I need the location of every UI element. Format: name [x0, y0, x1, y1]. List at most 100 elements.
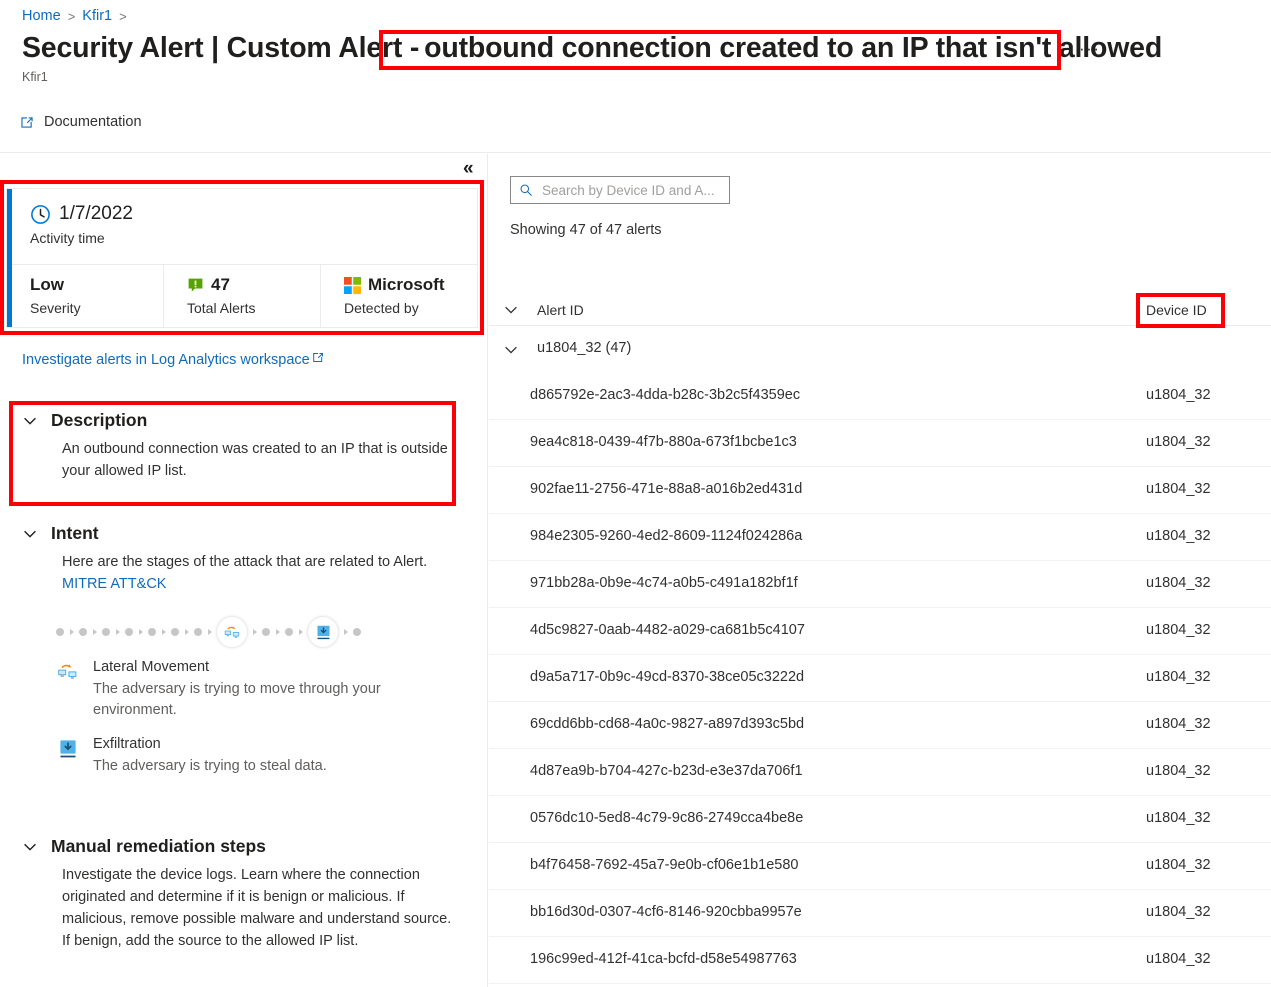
detected-by-value-row: Microsoft — [344, 275, 477, 295]
activity-time-value: 1/7/2022 — [59, 203, 133, 224]
intent-stage-text: Lateral Movement The adversary is trying… — [93, 658, 456, 721]
chevron-down-icon — [24, 843, 36, 851]
table-row[interactable]: b4f76458-7692-45a7-9e0b-cf06e1b1e580 u18… — [489, 843, 1271, 890]
intent-body: Here are the stages of the attack that a… — [62, 551, 452, 595]
alert-id-value: b4f76458-7692-45a7-9e0b-cf06e1b1e580 — [530, 857, 799, 873]
intent-stage-lateral-movement: Lateral Movement The adversary is trying… — [56, 658, 456, 721]
more-options-button[interactable]: ··· — [1079, 40, 1100, 57]
documentation-label: Documentation — [44, 114, 142, 130]
alert-id-value: d865792e-2ac3-4dda-b28c-3b2c5f4359ec — [530, 387, 801, 403]
kill-chain-arrow-icon — [92, 629, 97, 635]
collapse-panel-button[interactable]: « — [463, 159, 474, 178]
kill-chain-node-lateral-movement[interactable] — [217, 617, 247, 647]
table-row[interactable]: 196c99ed-412f-41ca-bcfd-d58e54987763 u18… — [489, 937, 1271, 984]
table-row[interactable]: 4d5c9827-0aab-4482-a029-ca681b5c4107 u18… — [489, 608, 1271, 655]
table-row[interactable]: 984e2305-9260-4ed2-8609-1124f024286a u18… — [489, 514, 1271, 561]
chevron-down-icon — [24, 530, 36, 538]
external-link-icon — [312, 353, 323, 362]
intent-stage-text: Exfiltration The adversary is trying to … — [93, 735, 327, 777]
total-alerts-label: Total Alerts — [187, 300, 256, 316]
table-row[interactable]: 902fae11-2756-471e-88a8-a016b2ed431d u18… — [489, 467, 1271, 514]
description-body: An outbound connection was created to an… — [62, 441, 448, 479]
alerts-group-label: u1804_32 (47) — [537, 340, 632, 356]
table-row[interactable]: 9ea4c818-0439-4f7b-880a-673f1bcbe1c3 u18… — [489, 420, 1271, 467]
severity-cell: Low Severity — [7, 265, 164, 327]
kill-chain-dot — [125, 628, 133, 636]
device-id-value: u1804_32 — [1146, 387, 1211, 403]
alerts-table-header: Alert ID Device ID — [489, 296, 1271, 326]
security-alert-page: Home > Kfir1 > Security Alert | Custom A… — [0, 0, 1271, 987]
column-header-alert-id[interactable]: Alert ID — [537, 302, 584, 318]
page-title: Security Alert | Custom Alert - outbound… — [22, 32, 1162, 65]
device-id-value: u1804_32 — [1146, 716, 1211, 732]
description-section-header[interactable]: Description — [22, 410, 452, 431]
kill-chain-arrow-icon — [298, 629, 303, 635]
column-header-device-id[interactable]: Device ID — [1146, 302, 1207, 318]
remediation-title: Manual remediation steps — [51, 836, 266, 856]
intent-stage-name: Exfiltration — [93, 736, 161, 752]
chevron-down-icon[interactable] — [503, 302, 519, 318]
severity-accent-bar — [7, 189, 12, 327]
alert-id-value: 69cdd6bb-cd68-4a0c-9827-a897d393c5bd — [530, 716, 805, 732]
alert-id-value: 902fae11-2756-471e-88a8-a016b2ed431d — [530, 481, 803, 497]
table-row[interactable]: d865792e-2ac3-4dda-b28c-3b2c5f4359ec u18… — [489, 373, 1271, 420]
kill-chain-arrow-icon — [138, 629, 143, 635]
table-row[interactable]: 971bb28a-0b9e-4c74-a0b5-c491a182bf1f u18… — [489, 561, 1271, 608]
kill-chain-node-exfiltration[interactable] — [308, 617, 338, 647]
detected-by-value: Microsoft — [368, 275, 445, 294]
device-id-value: u1804_32 — [1146, 669, 1211, 685]
alert-summary-card: 1/7/2022 Activity time Low Severity 47 T… — [6, 188, 478, 328]
kill-chain-arrow-icon — [115, 629, 120, 635]
page-title-highlight-wrap: outbound connection created to an IP tha… — [424, 32, 1162, 65]
investigate-alerts-label: Investigate alerts in Log Analytics work… — [22, 352, 310, 368]
documentation-button[interactable]: Documentation — [14, 110, 148, 134]
chevron-down-icon[interactable] — [503, 342, 519, 358]
kill-chain-dot — [285, 628, 293, 636]
detected-by-label: Detected by — [344, 300, 419, 316]
table-row[interactable]: 0576dc10-5ed8-4c79-9c86-2749cca4be8e u18… — [489, 796, 1271, 843]
search-box[interactable] — [510, 176, 730, 204]
investigate-alerts-link[interactable]: Investigate alerts in Log Analytics work… — [22, 351, 325, 368]
device-id-value: u1804_32 — [1146, 575, 1211, 591]
activity-time-label: Activity time — [30, 230, 105, 246]
search-icon — [520, 184, 532, 196]
kill-chain-timeline — [56, 617, 466, 647]
breadcrumb-separator-icon: > — [67, 8, 76, 24]
kill-chain-dot — [148, 628, 156, 636]
severity-value: Low — [30, 275, 64, 294]
kill-chain-dot — [79, 628, 87, 636]
alerts-table-body: d865792e-2ac3-4dda-b28c-3b2c5f4359ec u18… — [489, 373, 1271, 984]
breadcrumb-item-home[interactable]: Home — [22, 8, 61, 24]
kill-chain-dot — [353, 628, 361, 636]
device-id-value: u1804_32 — [1146, 857, 1211, 873]
table-row[interactable]: d9a5a717-0b9c-49cd-8370-38ce05c3222d u18… — [489, 655, 1271, 702]
device-id-value: u1804_32 — [1146, 951, 1211, 967]
remediation-section: Manual remediation steps Investigate the… — [22, 836, 452, 952]
kill-chain-arrow-icon — [343, 629, 348, 635]
activity-time-cell: 1/7/2022 Activity time — [7, 189, 477, 265]
kill-chain-dot — [194, 628, 202, 636]
intent-section-header[interactable]: Intent — [22, 523, 452, 544]
microsoft-logo-icon — [344, 276, 361, 294]
remediation-section-header[interactable]: Manual remediation steps — [22, 836, 452, 857]
breadcrumb-item-kfir1[interactable]: Kfir1 — [82, 8, 112, 24]
alert-id-value: 196c99ed-412f-41ca-bcfd-d58e54987763 — [530, 951, 797, 967]
table-row[interactable]: 69cdd6bb-cd68-4a0c-9827-a897d393c5bd u18… — [489, 702, 1271, 749]
kill-chain-arrow-icon — [161, 629, 166, 635]
kill-chain-dot — [171, 628, 179, 636]
table-row[interactable]: bb16d30d-0307-4cf6-8146-920cbba9957e u18… — [489, 890, 1271, 937]
alerts-group-row[interactable]: u1804_32 (47) — [489, 326, 1271, 373]
search-input[interactable] — [540, 181, 721, 199]
kill-chain-arrow-icon — [252, 629, 257, 635]
table-row[interactable]: 4d87ea9b-b704-427c-b23d-e3e37da706f1 u18… — [489, 749, 1271, 796]
total-alerts-cell: 47 Total Alerts — [164, 265, 321, 327]
intent-stage-exfiltration: Exfiltration The adversary is trying to … — [56, 735, 456, 777]
device-id-value: u1804_32 — [1146, 622, 1211, 638]
mitre-attack-link[interactable]: MITRE ATT&CK — [62, 576, 166, 592]
summary-metrics-row: Low Severity 47 Total Alerts Microsoft D… — [7, 265, 477, 327]
chevron-down-icon — [24, 417, 36, 425]
device-id-value: u1804_32 — [1146, 481, 1211, 497]
device-id-value: u1804_32 — [1146, 528, 1211, 544]
device-id-value: u1804_32 — [1146, 763, 1211, 779]
description-section: Description An outbound connection was c… — [22, 410, 452, 482]
